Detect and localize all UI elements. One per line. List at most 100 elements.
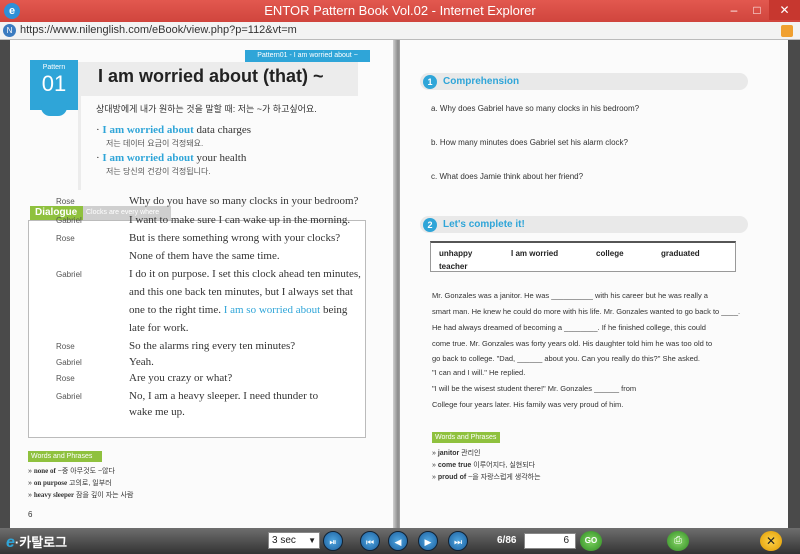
word-item: » janitor 관리인	[432, 450, 481, 457]
last-page-button[interactable]: ⏭	[448, 531, 468, 551]
autoplay-button[interactable]: ⏯	[323, 531, 343, 551]
address-url[interactable]: https://www.nilenglish.com/eBook/view.ph…	[20, 24, 297, 36]
word-bank-item: unhappy	[439, 249, 473, 258]
section-1-number: 1	[423, 75, 437, 89]
dialogue-line: and this one back ten minutes, but I alw…	[129, 286, 353, 298]
ebook-viewer: Pattern01 - I am worried about ~ Pattern…	[0, 40, 800, 528]
example-2: · I am worried about your health	[96, 152, 246, 164]
word-term: janitor	[437, 450, 460, 457]
word-bank-item: I am worried	[511, 249, 559, 258]
chevron-down-icon: ▼	[308, 536, 316, 545]
dialogue-line: one to the right time. I am so worried a…	[129, 304, 347, 316]
site-icon: N	[3, 24, 16, 37]
close-window-button[interactable]: ✕	[769, 0, 800, 20]
word-term: heavy sleeper	[33, 491, 75, 499]
question-a: a. Why does Gabriel have so many clocks …	[431, 104, 640, 113]
paragraph-line: "I will be the wisest student there!" Mr…	[432, 384, 637, 393]
close-viewer-button[interactable]: ✕	[760, 531, 782, 551]
dialogue-line: I do it on purpose. I set this clock ahe…	[129, 268, 361, 280]
word-item: » come true 이루어지다, 실현되다	[432, 462, 536, 469]
word-item: » none of ~중 아무것도 ~않다	[28, 467, 115, 475]
example-highlight: I am worried about	[102, 124, 194, 136]
word-meaning: 고의로, 일부러	[67, 480, 112, 487]
dialogue-speaker: Gabriel	[56, 392, 82, 401]
next-page-button[interactable]: ▶	[418, 531, 438, 551]
pattern-description: 상대방에게 내가 원하는 것을 말할 때: 저는 ~가 하고싶어요.	[96, 104, 317, 114]
page-number-input[interactable]: 6	[524, 533, 576, 549]
pattern-number: 01	[41, 71, 67, 96]
word-term: come true	[437, 462, 472, 469]
interval-select[interactable]: 3 sec ▼	[268, 532, 320, 549]
paragraph-line: go back to college. "Dad, ______ about y…	[432, 354, 701, 363]
word-term: proud of	[437, 474, 467, 481]
paragraph-line: "I can and I will." He replied.	[432, 368, 526, 377]
example-2-translation: 저는 당신의 건강이 걱정됩니다.	[106, 167, 211, 176]
interval-value: 3 sec	[272, 535, 296, 546]
dialogue-line: Yeah.	[129, 356, 154, 368]
dialogue-line: I want to make sure I can wake up in the…	[129, 214, 351, 226]
example-rest: data charges	[193, 124, 251, 136]
minimize-button[interactable]: –	[723, 0, 745, 20]
paragraph-line: smart man. He knew he could do more with…	[432, 307, 741, 316]
word-bank: unhappy I am worried college graduated t…	[430, 241, 736, 272]
section-2-number: 2	[423, 218, 437, 232]
word-item: » on purpose 고의로, 일부러	[28, 479, 112, 487]
feed-icon[interactable]	[781, 25, 793, 37]
dialogue-speaker: Gabriel	[56, 270, 82, 279]
example-1-translation: 저는 데이터 요금이 걱정돼요.	[106, 139, 204, 148]
question-c: c. What does Jamie think about her frien…	[431, 172, 584, 181]
example-highlight: I am worried about	[102, 152, 194, 164]
title-bar: e ENTOR Pattern Book Vol.02 - Internet E…	[0, 0, 800, 22]
question-b: b. How many minutes does Gabriel set his…	[431, 138, 628, 147]
dialogue-line: Why do you have so many clocks in your b…	[129, 195, 359, 207]
word-meaning: ~을 자랑스럽게 생각하는	[466, 474, 541, 481]
dialogue-speaker: Rose	[56, 342, 75, 351]
pattern-title: I am worried about (that) ~	[98, 66, 324, 86]
speech-bubble-icon	[41, 98, 67, 116]
example-bullet: ·	[96, 124, 100, 136]
page-indicator: 6/86	[497, 535, 517, 546]
print-button[interactable]: ⎙	[667, 531, 689, 551]
prev-page-button[interactable]: ◀	[388, 531, 408, 551]
word-bank-item: teacher	[439, 262, 468, 271]
word-term: on purpose	[33, 479, 68, 487]
paragraph-line: Mr. Gonzales was a janitor. He was _____…	[432, 291, 708, 300]
dialogue-speaker: Rose	[56, 374, 75, 383]
brand-text: ·카탈로그	[14, 535, 68, 550]
dialogue-line: No, I am a heavy sleeper. I need thunder…	[129, 390, 319, 402]
dialogue-line: So the alarms ring every ten minutes?	[129, 340, 296, 352]
dialogue-text: one to the right time.	[129, 304, 224, 316]
word-meaning: 잠을 깊이 자는 사람	[74, 492, 134, 499]
dialogue-highlight: I am so worried about	[223, 304, 321, 316]
example-rest: your health	[193, 152, 247, 164]
example-bullet: ·	[96, 152, 100, 164]
dialogue-line: wake me up.	[129, 406, 185, 418]
words-phrases-tab: Words and Phrases	[28, 451, 102, 462]
dialogue-line: Are you crazy or what?	[129, 372, 233, 384]
complete-it-title: Let's complete it!	[443, 219, 525, 230]
first-page-button[interactable]: ⏮	[360, 531, 380, 551]
brand-e: e	[6, 534, 15, 551]
catalog-logo: e·카탈로그	[6, 532, 67, 552]
example-1: · I am worried about data charges	[96, 124, 251, 136]
word-meaning: 관리인	[459, 450, 481, 457]
window-title: ENTOR Pattern Book Vol.02 - Internet Exp…	[264, 3, 536, 18]
word-meaning: ~중 아무것도 ~않다	[55, 468, 115, 475]
dialogue-text: being	[320, 304, 348, 316]
word-meaning: 이루어지다, 실현되다	[471, 462, 536, 469]
dialogue-line: None of them have the same time.	[129, 250, 280, 262]
word-term: none of	[33, 467, 56, 475]
dialogue-speaker: Rose	[56, 234, 75, 243]
word-bank-item: graduated	[661, 249, 700, 258]
dialogue-speaker: Gabriel	[56, 358, 82, 367]
paragraph-line: come true. Mr. Gonzales was forty years …	[432, 339, 713, 348]
dialogue-line: But is there something wrong with your c…	[129, 232, 341, 244]
go-button[interactable]: GO	[580, 531, 602, 551]
maximize-button[interactable]: □	[746, 0, 768, 20]
word-item: » heavy sleeper 잠을 깊이 자는 사람	[28, 491, 134, 499]
dialogue-speaker: Rose	[56, 197, 75, 206]
dialogue-line: late for work.	[129, 322, 189, 334]
pattern-label: Pattern	[42, 64, 66, 71]
words-phrases-tab-right: Words and Phrases	[432, 432, 500, 443]
dialogue-speaker: Gabriel	[56, 216, 82, 225]
